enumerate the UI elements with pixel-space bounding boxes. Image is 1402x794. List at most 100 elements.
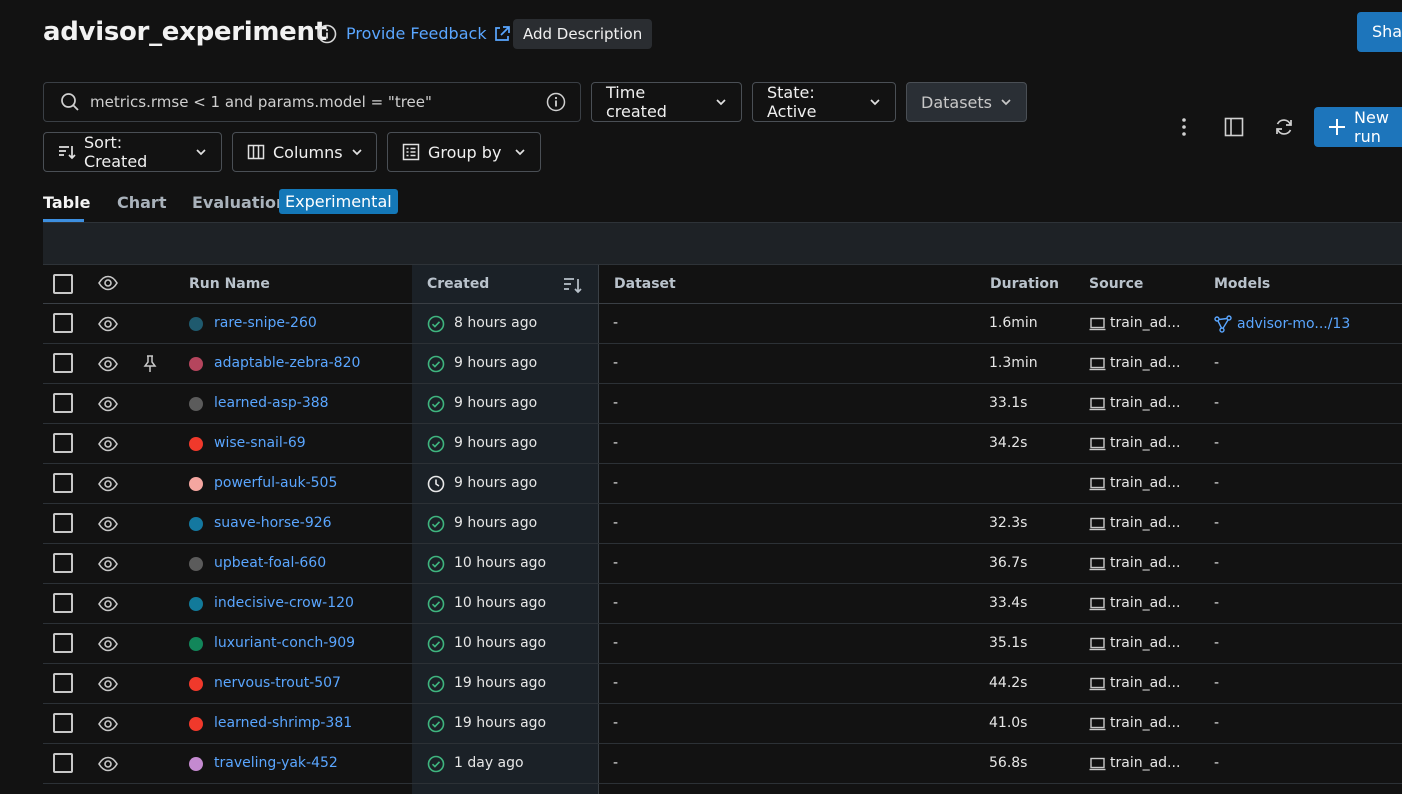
run-name-link[interactable]: rare-snipe-260 — [214, 315, 317, 331]
run-color-dot[interactable] — [189, 357, 203, 371]
side-panel-icon[interactable] — [1224, 117, 1244, 137]
table-row[interactable]: powerful-auk-505 9 hours ago - train_ad... - — [43, 464, 1402, 504]
eye-icon[interactable] — [98, 596, 118, 612]
row-checkbox[interactable] — [53, 393, 73, 413]
column-header-created[interactable]: Created — [427, 276, 489, 292]
table-row[interactable]: luxuriant-conch-909 10 hours ago - 35.1s tra… — [43, 624, 1402, 664]
more-options-icon[interactable] — [1175, 117, 1193, 137]
row-checkbox[interactable] — [53, 633, 73, 653]
share-button[interactable]: Share — [1357, 12, 1402, 52]
eye-icon[interactable] — [98, 556, 118, 572]
eye-icon[interactable] — [98, 756, 118, 772]
source-link[interactable]: train_ad... — [1110, 555, 1180, 571]
run-color-dot[interactable] — [189, 637, 203, 651]
search-input[interactable]: metrics.rmse < 1 and params.model = "tre… — [90, 93, 546, 111]
run-color-dot[interactable] — [189, 477, 203, 491]
search-bar[interactable]: metrics.rmse < 1 and params.model = "tre… — [43, 82, 581, 122]
run-color-dot[interactable] — [189, 437, 203, 451]
column-header-duration[interactable]: Duration — [990, 276, 1059, 292]
table-row[interactable]: traveling-yak-452 1 day ago - 56.8s train_ad… — [43, 744, 1402, 784]
column-header-models[interactable]: Models — [1214, 276, 1270, 292]
run-name-link[interactable]: adaptable-zebra-820 — [214, 355, 360, 371]
sort-descending-icon[interactable] — [563, 275, 583, 295]
row-checkbox[interactable] — [53, 753, 73, 773]
table-row[interactable]: rare-snipe-260 8 hours ago - 1.6min train_ad… — [43, 304, 1402, 344]
source-link[interactable]: train_ad... — [1110, 315, 1180, 331]
eye-icon[interactable] — [98, 356, 118, 372]
source-link[interactable]: train_ad... — [1110, 715, 1180, 731]
eye-icon[interactable] — [98, 636, 118, 652]
refresh-icon[interactable] — [1274, 117, 1294, 137]
run-color-dot[interactable] — [189, 517, 203, 531]
row-checkbox[interactable] — [53, 513, 73, 533]
tab-table[interactable]: Table — [43, 193, 90, 212]
row-checkbox[interactable] — [53, 353, 73, 373]
row-checkbox[interactable] — [53, 553, 73, 573]
eye-icon[interactable] — [98, 716, 118, 732]
table-row[interactable]: learned-shrimp-381 19 hours ago - 41.0s trai… — [43, 704, 1402, 744]
run-name-link[interactable]: wise-snail-69 — [214, 435, 306, 451]
run-name-link[interactable]: nervous-trout-507 — [214, 675, 341, 691]
run-color-dot[interactable] — [189, 757, 203, 771]
eye-icon[interactable] — [98, 316, 118, 332]
info-icon[interactable] — [317, 24, 337, 44]
column-header-dataset[interactable]: Dataset — [614, 276, 676, 292]
eye-icon[interactable] — [98, 676, 118, 692]
source-link[interactable]: train_ad... — [1110, 515, 1180, 531]
source-link[interactable]: train_ad... — [1110, 675, 1180, 691]
datasets-dropdown[interactable]: Datasets — [906, 82, 1027, 122]
pin-icon[interactable] — [142, 354, 158, 374]
column-header-source[interactable]: Source — [1089, 276, 1143, 292]
run-name-link[interactable]: upbeat-foal-660 — [214, 555, 326, 571]
source-link[interactable]: train_ad... — [1110, 475, 1180, 491]
search-info-icon[interactable] — [546, 92, 566, 112]
run-name-link[interactable]: traveling-yak-452 — [214, 755, 338, 771]
row-checkbox[interactable] — [53, 713, 73, 733]
table-row[interactable]: learned-asp-388 9 hours ago - 33.1s train_ad… — [43, 384, 1402, 424]
run-color-dot[interactable] — [189, 717, 203, 731]
run-name-link[interactable]: learned-asp-388 — [214, 395, 329, 411]
source-link[interactable]: train_ad... — [1110, 595, 1180, 611]
eye-icon[interactable] — [98, 516, 118, 532]
eye-icon[interactable] — [98, 436, 118, 452]
eye-icon[interactable] — [98, 476, 118, 492]
group-by-dropdown[interactable]: Group by — [387, 132, 541, 172]
run-name-link[interactable]: indecisive-crow-120 — [214, 595, 354, 611]
run-color-dot[interactable] — [189, 397, 203, 411]
run-name-link[interactable]: learned-shrimp-381 — [214, 715, 352, 731]
tab-chart[interactable]: Chart — [117, 193, 166, 212]
select-all-checkbox[interactable] — [53, 274, 73, 294]
row-checkbox[interactable] — [53, 673, 73, 693]
columns-dropdown[interactable]: Columns — [232, 132, 377, 172]
source-link[interactable]: train_ad... — [1110, 635, 1180, 651]
provide-feedback-link[interactable]: Provide Feedback — [346, 24, 511, 43]
table-row[interactable]: upbeat-foal-660 10 hours ago - 36.7s train_a… — [43, 544, 1402, 584]
model-link[interactable]: advisor-mo.../13 — [1214, 315, 1350, 333]
source-link[interactable]: train_ad... — [1110, 435, 1180, 451]
add-description-button[interactable]: Add Description — [513, 19, 653, 49]
column-header-run-name[interactable]: Run Name — [189, 276, 270, 292]
table-row[interactable]: suave-horse-926 9 hours ago - 32.3s train_ad… — [43, 504, 1402, 544]
table-row[interactable]: wise-snail-69 9 hours ago - 34.2s train_ad..… — [43, 424, 1402, 464]
table-row[interactable]: indecisive-crow-120 10 hours ago - 33.4s tra… — [43, 584, 1402, 624]
source-link[interactable]: train_ad... — [1110, 395, 1180, 411]
eye-icon[interactable] — [98, 275, 118, 291]
row-checkbox[interactable] — [53, 593, 73, 613]
row-checkbox[interactable] — [53, 433, 73, 453]
run-color-dot[interactable] — [189, 677, 203, 691]
run-name-link[interactable]: luxuriant-conch-909 — [214, 635, 355, 651]
sort-dropdown[interactable]: Sort: Created — [43, 132, 222, 172]
table-row[interactable]: adaptable-zebra-820 9 hours ago - 1.3min tra… — [43, 344, 1402, 384]
state-dropdown[interactable]: State: Active — [752, 82, 896, 122]
row-checkbox[interactable] — [53, 313, 73, 333]
run-color-dot[interactable] — [189, 557, 203, 571]
row-checkbox[interactable] — [53, 473, 73, 493]
table-row[interactable]: nervous-trout-507 19 hours ago - 44.2s train… — [43, 664, 1402, 704]
run-name-link[interactable]: powerful-auk-505 — [214, 475, 337, 491]
eye-icon[interactable] — [98, 396, 118, 412]
tab-evaluation[interactable]: Evaluation — [192, 193, 287, 212]
source-link[interactable]: train_ad... — [1110, 355, 1180, 371]
run-color-dot[interactable] — [189, 597, 203, 611]
run-name-link[interactable]: suave-horse-926 — [214, 515, 332, 531]
time-created-dropdown[interactable]: Time created — [591, 82, 742, 122]
